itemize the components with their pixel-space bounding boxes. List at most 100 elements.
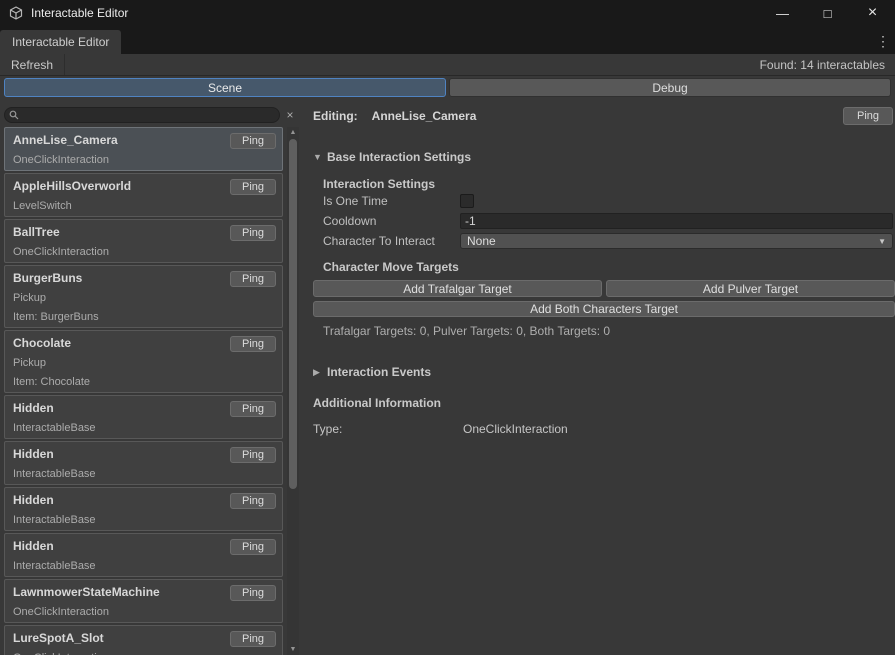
editing-header: Editing: AnneLise_Camera Ping (305, 107, 895, 125)
window-controls: — □ × (760, 0, 895, 26)
scroll-up-arrow-icon[interactable]: ▲ (287, 127, 299, 138)
add-both-characters-target-button[interactable]: Add Both Characters Target (313, 301, 895, 317)
is-one-time-row: Is One Time (305, 191, 895, 211)
list-item[interactable]: Hidden InteractableBase Ping (4, 441, 283, 485)
maximize-icon: □ (824, 6, 832, 21)
tab-scene-label: Scene (208, 81, 242, 95)
ping-button[interactable]: Ping (230, 401, 276, 417)
scroll-down-arrow-icon[interactable]: ▼ (287, 644, 299, 655)
ping-button[interactable]: Ping (230, 225, 276, 241)
list-item-sublines: InteractableBase (13, 422, 274, 434)
is-one-time-checkbox[interactable] (460, 194, 474, 208)
ping-button[interactable]: Ping (230, 271, 276, 287)
maximize-button[interactable]: □ (805, 0, 850, 26)
interactable-list: AnneLise_Camera OneClickInteraction Ping… (4, 127, 283, 655)
app-icon (9, 6, 23, 20)
list-item-subline: OneClickInteraction (13, 246, 274, 258)
type-label: Type: (313, 422, 463, 436)
list-item[interactable]: BurgerBuns PickupItem: BurgerBuns Ping (4, 265, 283, 328)
list-item-subline: LevelSwitch (13, 200, 274, 212)
list-item[interactable]: Hidden InteractableBase Ping (4, 395, 283, 439)
search-clear-button[interactable]: × (283, 107, 297, 123)
foldout-interaction-events[interactable]: ▶ Interaction Events (305, 365, 895, 379)
found-count-label: Found: 14 interactables (760, 58, 885, 72)
interaction-settings-header: Interaction Settings (305, 177, 895, 191)
foldout-base-label: Base Interaction Settings (327, 150, 471, 164)
ping-button[interactable]: Ping (230, 585, 276, 601)
list-item-sublines: Pickup Item: BurgerBuns (13, 292, 274, 323)
foldout-events-label: Interaction Events (327, 365, 431, 379)
list-item-subline: Pickup (13, 357, 274, 369)
list-item-sublines: OneClickInteraction (13, 606, 274, 618)
close-icon: × (868, 4, 877, 22)
cooldown-input[interactable] (460, 213, 893, 229)
list-item-subline: Item: Chocolate (13, 376, 274, 388)
dock-tab-interactable-editor[interactable]: Interactable Editor (0, 30, 121, 54)
list-item[interactable]: Hidden InteractableBase Ping (4, 533, 283, 577)
list-item[interactable]: BallTree OneClickInteraction Ping (4, 219, 283, 263)
editing-label: Editing: (313, 109, 358, 123)
list-item[interactable]: Chocolate PickupItem: Chocolate Ping (4, 330, 283, 393)
character-to-interact-dropdown[interactable]: None ▼ (460, 233, 893, 249)
list-scrollbar[interactable]: ▲ ▼ (287, 127, 299, 655)
type-value: OneClickInteraction (463, 422, 568, 436)
tab-scene[interactable]: Scene (4, 78, 446, 97)
refresh-button[interactable]: Refresh (0, 54, 65, 75)
list-item-subline: OneClickInteraction (13, 606, 274, 618)
list-item[interactable]: Hidden InteractableBase Ping (4, 487, 283, 531)
ping-button[interactable]: Ping (230, 493, 276, 509)
character-to-interact-row: Character To Interact None ▼ (305, 231, 895, 251)
dock-menu-button[interactable]: ⋮ (875, 32, 891, 50)
toolbar: Refresh Found: 14 interactables (0, 54, 895, 76)
minimize-button[interactable]: — (760, 0, 805, 26)
ping-button[interactable]: Ping (230, 631, 276, 647)
list-item-subline: InteractableBase (13, 560, 274, 572)
window-title: Interactable Editor (31, 6, 128, 20)
character-to-interact-label: Character To Interact (323, 234, 460, 248)
list-item[interactable]: LureSpotA_Slot OneClickInteraction Ping (4, 625, 283, 655)
dropdown-arrow-icon: ▼ (878, 237, 886, 246)
cooldown-row: Cooldown (305, 211, 895, 231)
list-item[interactable]: AnneLise_Camera OneClickInteraction Ping (4, 127, 283, 171)
add-trafalgar-target-button[interactable]: Add Trafalgar Target (313, 280, 602, 297)
foldout-base-interaction-settings[interactable]: ▼ Base Interaction Settings (305, 150, 895, 164)
ping-button[interactable]: Ping (230, 539, 276, 555)
titlebar: Interactable Editor — □ × (0, 0, 895, 26)
type-row: Type: OneClickInteraction (305, 419, 895, 439)
list-item-subline: InteractableBase (13, 422, 274, 434)
view-tabs: Scene Debug (0, 78, 895, 97)
add-pulver-target-button[interactable]: Add Pulver Target (606, 280, 895, 297)
scrollbar-thumb[interactable] (289, 139, 297, 489)
close-button[interactable]: × (850, 0, 895, 26)
tab-debug[interactable]: Debug (449, 78, 891, 97)
ping-button[interactable]: Ping (230, 179, 276, 195)
list-item-subline: InteractableBase (13, 514, 274, 526)
list-item-subline: Item: BurgerBuns (13, 311, 274, 323)
search-field[interactable] (4, 107, 280, 123)
list-item-subline: InteractableBase (13, 468, 274, 480)
dock-tabstrip: Interactable Editor ⋮ (0, 26, 895, 54)
ping-button[interactable]: Ping (230, 447, 276, 463)
search-input[interactable] (23, 108, 275, 122)
ping-button[interactable]: Ping (230, 336, 276, 352)
search-icon (9, 110, 19, 120)
list-item-subline: Pickup (13, 292, 274, 304)
list-item-sublines: Pickup Item: Chocolate (13, 357, 274, 388)
target-buttons-row: Add Trafalgar Target Add Pulver Target (313, 280, 895, 297)
additional-information-header: Additional Information (305, 396, 895, 410)
cooldown-label: Cooldown (323, 214, 460, 228)
foldout-open-icon: ▼ (313, 152, 327, 162)
inspector-ping-button[interactable]: Ping (843, 107, 893, 125)
list-item-sublines: OneClickInteraction (13, 246, 274, 258)
list-item-sublines: OneClickInteraction (13, 154, 274, 166)
clear-icon: × (286, 108, 293, 122)
ping-button[interactable]: Ping (230, 133, 276, 149)
inspector-panel: Editing: AnneLise_Camera Ping ▼ Base Int… (305, 100, 895, 655)
list-item[interactable]: LawnmowerStateMachine OneClickInteractio… (4, 579, 283, 623)
list-item-sublines: LevelSwitch (13, 200, 274, 212)
list-item[interactable]: AppleHillsOverworld LevelSwitch Ping (4, 173, 283, 217)
list-item-subline: OneClickInteraction (13, 154, 274, 166)
list-item-sublines: InteractableBase (13, 468, 274, 480)
tab-debug-label: Debug (652, 81, 687, 95)
targets-summary: Trafalgar Targets: 0, Pulver Targets: 0,… (305, 324, 895, 338)
